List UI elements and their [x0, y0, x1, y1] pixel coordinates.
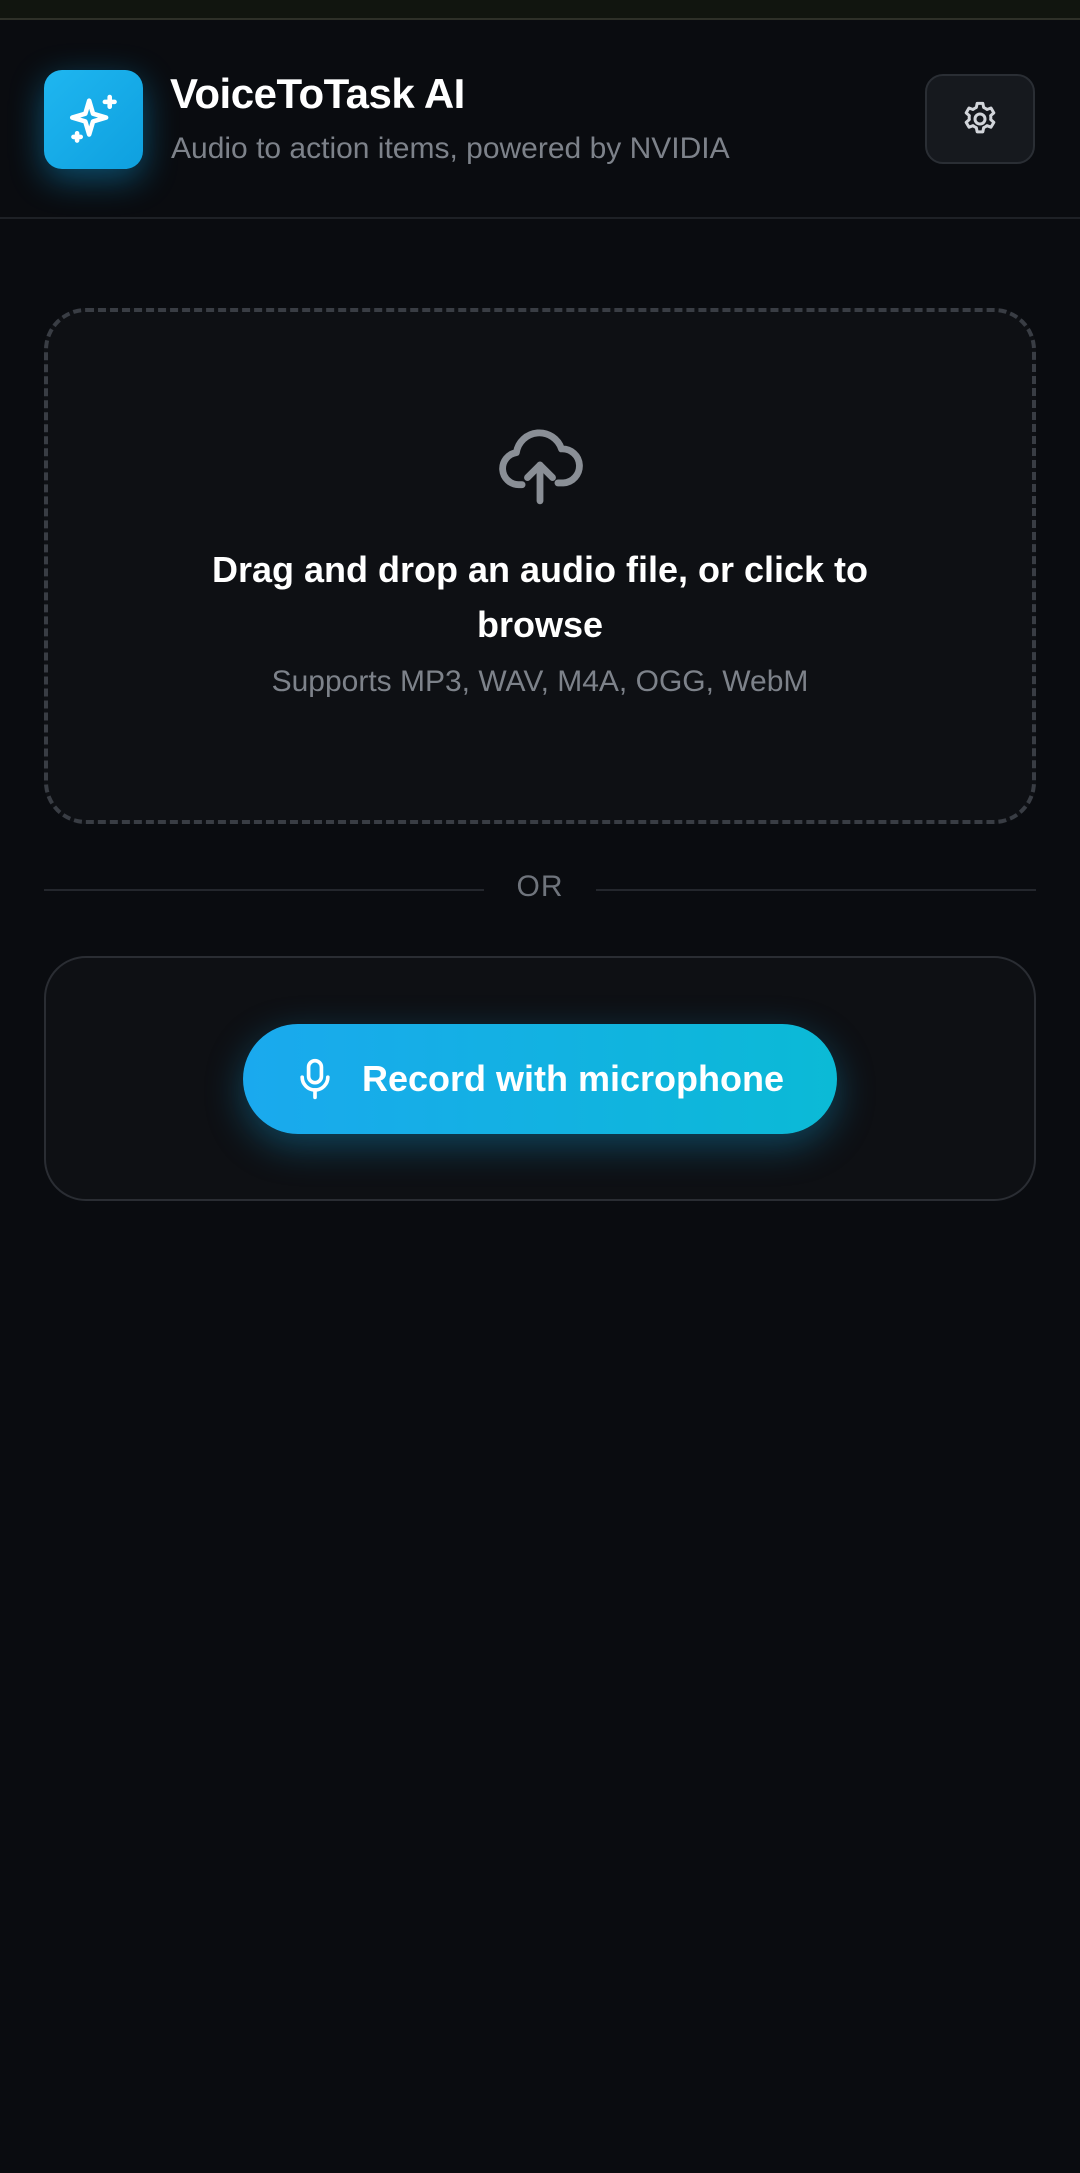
dropzone-title: Drag and drop an audio file, or click to…	[211, 549, 869, 645]
app-subtitle: Audio to action items, powered by NVIDIA	[171, 132, 730, 165]
divider-label: OR	[516, 870, 564, 903]
app-logo	[44, 70, 143, 169]
record-microphone-button[interactable]: Record with microphone	[243, 1024, 837, 1134]
microphone-icon	[300, 1058, 330, 1100]
divider-line-right	[596, 889, 1036, 891]
app-title: VoiceToTask AI	[170, 70, 465, 117]
cloud-upload-icon	[499, 429, 583, 505]
gear-icon	[964, 101, 996, 134]
app-header: VoiceToTask AI Audio to action items, po…	[0, 20, 1080, 219]
sparkles-icon	[69, 94, 117, 143]
divider-line-left	[44, 889, 484, 891]
record-button-label: Record with microphone	[361, 1058, 785, 1099]
dropzone-subtitle: Supports MP3, WAV, M4A, OGG, WebM	[271, 665, 809, 698]
status-bar	[0, 0, 1080, 20]
settings-button[interactable]	[925, 74, 1035, 164]
